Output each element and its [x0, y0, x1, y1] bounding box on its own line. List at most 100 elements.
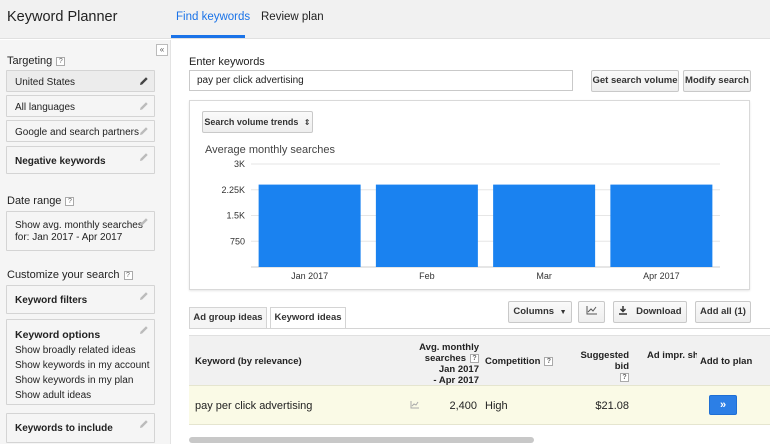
targeting-label: Targeting [7, 55, 53, 67]
targeting-location[interactable]: United States [6, 70, 155, 92]
bar[interactable] [258, 184, 361, 267]
avg-line3: Jan 2017 [438, 364, 479, 375]
help-icon[interactable]: ? [56, 57, 66, 66]
horizontal-scrollbar[interactable] [189, 437, 770, 444]
keywords-to-include-label: Keywords to include [15, 423, 113, 434]
customize-label: Customize your search [7, 269, 120, 281]
help-icon[interactable]: ? [65, 197, 75, 206]
network-value: Google and search partners [15, 127, 139, 138]
edit-pencil-icon[interactable] [139, 217, 149, 227]
col-suggested-bid[interactable]: Suggested bid ? [567, 350, 629, 383]
date-range-line2: for: Jan 2017 - Apr 2017 [15, 232, 123, 243]
y-tick-label: 3K [234, 159, 245, 169]
col-competition[interactable]: Competition? [485, 356, 554, 367]
keyword-options-label: Keyword options [15, 329, 101, 341]
scroll-thumb[interactable] [189, 437, 534, 443]
date-range-label: Date range [7, 195, 62, 207]
keyword-filters-label: Keyword filters [15, 295, 88, 306]
keyword-filters[interactable]: Keyword filters [6, 285, 155, 314]
targeting-network[interactable]: Google and search partners [6, 120, 155, 142]
avg-line2-text: searches [424, 353, 466, 364]
modify-search-button[interactable]: Modify search [683, 70, 751, 92]
help-icon-wrap: ? [567, 372, 629, 383]
trend-icon[interactable] [410, 400, 420, 412]
keyword-options[interactable]: Keyword options Show broadly related ide… [6, 319, 155, 405]
option-line: Show adult ideas [15, 390, 92, 401]
add-all-button[interactable]: Add all (1) [695, 301, 751, 323]
option-line: Show keywords in my plan [15, 375, 134, 386]
table-row: pay per click advertising 2,400 High $21… [189, 385, 770, 425]
edit-pencil-icon[interactable] [139, 291, 149, 301]
edit-pencil-icon[interactable] [139, 126, 149, 136]
edit-pencil-icon[interactable] [139, 419, 149, 429]
add-to-plan-button[interactable]: » [709, 395, 737, 415]
download-button[interactable]: Download [613, 301, 687, 323]
location-value: United States [15, 77, 76, 88]
collapse-sidebar-button[interactable]: « [156, 44, 168, 56]
date-range-line1: Show avg. monthly searches [15, 220, 143, 231]
col-keyword[interactable]: Keyword (by relevance) [195, 356, 302, 367]
bar[interactable] [493, 184, 596, 267]
edit-pencil-icon[interactable] [139, 101, 149, 111]
bar-chart: 3K 2.25K 1.5K 750 Jan 2017 Feb Mar Apr 2017 [221, 159, 720, 281]
y-tick-label: 750 [230, 236, 245, 246]
keyword-input[interactable] [189, 70, 573, 91]
tab-ad-group-ideas[interactable]: Ad group ideas [189, 307, 267, 328]
x-tick-label: Feb [419, 271, 435, 281]
language-value: All languages [15, 102, 76, 113]
targeting-language[interactable]: All languages [6, 95, 155, 117]
bar[interactable] [610, 184, 713, 267]
date-range-heading: Date range? [7, 195, 75, 207]
edit-pencil-icon[interactable] [139, 76, 149, 86]
enter-keywords-label: Enter keywords [189, 56, 265, 68]
chart-toggle-button[interactable] [578, 301, 605, 323]
searches-cell: 2,400 [449, 400, 477, 412]
competition-cell: High [485, 400, 508, 412]
keywords-to-include[interactable]: Keywords to include [6, 413, 155, 443]
tab-keyword-ideas[interactable]: Keyword ideas [270, 307, 346, 329]
get-search-volume-button[interactable]: Get search volume [591, 70, 679, 92]
date-range-selector[interactable]: Show avg. monthly searches for: Jan 2017… [6, 211, 155, 251]
columns-label: Columns [513, 306, 555, 317]
bar[interactable] [375, 184, 478, 267]
targeting-heading: Targeting? [7, 55, 66, 67]
edit-pencil-icon[interactable] [139, 325, 149, 335]
col-add-to-plan: Add to plan [700, 356, 753, 367]
help-icon[interactable]: ? [544, 357, 554, 366]
competition-header-text: Competition [485, 356, 541, 367]
option-line: Show broadly related ideas [15, 345, 136, 356]
date-range-value: Show avg. monthly searches for: Jan 2017… [15, 220, 143, 244]
help-icon[interactable]: ? [470, 354, 479, 363]
col-ad-impr-share[interactable]: Ad impr. sh [647, 350, 697, 361]
negative-keywords-label: Negative keywords [15, 156, 106, 167]
bid-header-text: Suggested bid [580, 350, 629, 372]
x-tick-label: Mar [536, 271, 552, 281]
columns-button[interactable]: Columns ▼ [508, 301, 572, 323]
avg-line1: Avg. monthly [419, 342, 479, 353]
tab-find-keywords[interactable]: Find keywords [176, 11, 250, 35]
help-icon[interactable]: ? [620, 373, 629, 382]
table-header: Keyword (by relevance) Avg. monthly sear… [189, 335, 770, 386]
negative-keywords[interactable]: Negative keywords [6, 146, 155, 174]
tab-review-plan[interactable]: Review plan [261, 11, 324, 35]
x-tick-label: Apr 2017 [643, 271, 680, 281]
download-label: Download [636, 306, 682, 317]
bid-cell: $21.08 [595, 400, 629, 412]
top-bar: Keyword Planner Find keywords Review pla… [0, 0, 770, 39]
help-icon[interactable]: ? [123, 271, 133, 280]
x-tick-label: Jan 2017 [291, 271, 328, 281]
y-tick-label: 1.5K [226, 211, 245, 221]
customize-heading: Customize your search? [7, 269, 133, 281]
edit-pencil-icon[interactable] [139, 152, 149, 162]
download-icon [618, 306, 636, 317]
col-avg-monthly-searches[interactable]: Avg. monthly searches? Jan 2017 - Apr 20… [411, 342, 479, 386]
line-chart-icon [586, 306, 598, 317]
active-tab-indicator [171, 35, 245, 38]
keyword-cell: pay per click advertising [195, 400, 313, 412]
dropdown-arrow-icon: ▼ [559, 309, 567, 316]
keyword-options-content: Keyword options Show broadly related ide… [15, 328, 150, 403]
option-line: Show keywords in my account [15, 360, 150, 371]
y-tick-label: 2.25K [221, 185, 245, 195]
app-title: Keyword Planner [7, 9, 118, 25]
avg-line2: searches? [411, 353, 479, 364]
